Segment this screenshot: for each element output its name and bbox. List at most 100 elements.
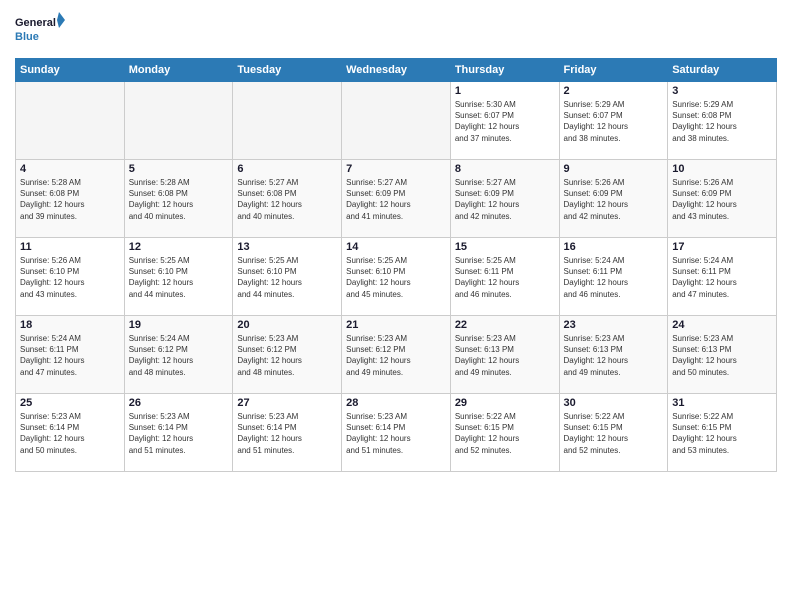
day-info: Sunrise: 5:24 AM Sunset: 6:11 PM Dayligh… <box>20 333 120 378</box>
day-cell: 2Sunrise: 5:29 AM Sunset: 6:07 PM Daylig… <box>559 82 668 160</box>
day-cell: 9 Sunrise: 5:26 AM Sunset: 6:09 PM Daylig… <box>559 160 668 238</box>
day-cell: 30 Sunrise: 5:22 AM Sunset: 6:15 PM Dayli… <box>559 394 668 472</box>
day-cell: 3 Sunrise: 5:29 AM Sunset: 6:08 PM Daylig… <box>668 82 777 160</box>
day-info: Sunrise: 5:23 AM Sunset: 6:14 PM Dayligh… <box>129 411 229 456</box>
weekday-sunday: Sunday <box>16 59 125 82</box>
day-info: Sunrise: 5:22 AM Sunset: 6:15 PM Dayligh… <box>564 411 664 456</box>
day-cell: 29Sunrise: 5:22 AM Sunset: 6:15 PM Dayli… <box>450 394 559 472</box>
day-number: 17 <box>672 241 772 253</box>
logo-svg: General Blue <box>15 10 65 50</box>
day-cell: 19Sunrise: 5:24 AM Sunset: 6:12 PM Dayli… <box>124 316 233 394</box>
day-cell: 20 Sunrise: 5:23 AM Sunset: 6:12 PM Dayli… <box>233 316 342 394</box>
day-info: Sunrise: 5:29 AM Sunset: 6:08 PM Dayligh… <box>672 99 772 144</box>
calendar-table: SundayMondayTuesdayWednesdayThursdayFrid… <box>15 58 777 472</box>
day-info: Sunrise: 5:28 AM Sunset: 6:08 PM Dayligh… <box>20 177 120 222</box>
day-number: 20 <box>237 319 337 331</box>
week-row-2: 4Sunrise: 5:28 AM Sunset: 6:08 PM Daylig… <box>16 160 777 238</box>
page: General Blue SundayMondayTuesdayWednesda… <box>0 0 792 612</box>
day-number: 27 <box>237 397 337 409</box>
day-number: 23 <box>564 319 664 331</box>
day-number: 22 <box>455 319 555 331</box>
day-number: 24 <box>672 319 772 331</box>
day-cell: 8 Sunrise: 5:27 AM Sunset: 6:09 PM Daylig… <box>450 160 559 238</box>
day-number: 7 <box>346 163 446 175</box>
day-number: 18 <box>20 319 120 331</box>
day-cell: 1 Sunrise: 5:30 AM Sunset: 6:07 PM Daylig… <box>450 82 559 160</box>
day-number: 10 <box>672 163 772 175</box>
day-info: Sunrise: 5:29 AM Sunset: 6:07 PM Dayligh… <box>564 99 664 144</box>
header: General Blue <box>15 10 777 50</box>
day-info: Sunrise: 5:24 AM Sunset: 6:12 PM Dayligh… <box>129 333 229 378</box>
day-info: Sunrise: 5:23 AM Sunset: 6:12 PM Dayligh… <box>237 333 337 378</box>
day-number: 25 <box>20 397 120 409</box>
day-cell: 31 Sunrise: 5:22 AM Sunset: 6:15 PM Dayli… <box>668 394 777 472</box>
day-number: 30 <box>564 397 664 409</box>
day-cell <box>342 82 451 160</box>
day-number: 11 <box>20 241 120 253</box>
weekday-friday: Friday <box>559 59 668 82</box>
day-cell: 18 Sunrise: 5:24 AM Sunset: 6:11 PM Dayli… <box>16 316 125 394</box>
day-number: 26 <box>129 397 229 409</box>
day-info: Sunrise: 5:23 AM Sunset: 6:13 PM Dayligh… <box>672 333 772 378</box>
day-info: Sunrise: 5:23 AM Sunset: 6:14 PM Dayligh… <box>20 411 120 456</box>
day-number: 28 <box>346 397 446 409</box>
day-cell: 21 Sunrise: 5:23 AM Sunset: 6:12 PM Dayli… <box>342 316 451 394</box>
day-info: Sunrise: 5:27 AM Sunset: 6:09 PM Dayligh… <box>455 177 555 222</box>
day-info: Sunrise: 5:23 AM Sunset: 6:14 PM Dayligh… <box>346 411 446 456</box>
day-info: Sunrise: 5:23 AM Sunset: 6:13 PM Dayligh… <box>455 333 555 378</box>
day-cell: 24 Sunrise: 5:23 AM Sunset: 6:13 PM Dayli… <box>668 316 777 394</box>
day-number: 9 <box>564 163 664 175</box>
day-info: Sunrise: 5:22 AM Sunset: 6:15 PM Dayligh… <box>455 411 555 456</box>
day-number: 15 <box>455 241 555 253</box>
day-cell: 22 Sunrise: 5:23 AM Sunset: 6:13 PM Dayli… <box>450 316 559 394</box>
day-cell: 10Sunrise: 5:26 AM Sunset: 6:09 PM Dayli… <box>668 160 777 238</box>
day-cell: 13 Sunrise: 5:25 AM Sunset: 6:10 PM Dayli… <box>233 238 342 316</box>
weekday-saturday: Saturday <box>668 59 777 82</box>
day-cell: 25 Sunrise: 5:23 AM Sunset: 6:14 PM Dayli… <box>16 394 125 472</box>
day-cell: 28 Sunrise: 5:23 AM Sunset: 6:14 PM Dayli… <box>342 394 451 472</box>
day-cell <box>233 82 342 160</box>
day-cell: 14 Sunrise: 5:25 AM Sunset: 6:10 PM Dayli… <box>342 238 451 316</box>
week-row-5: 25 Sunrise: 5:23 AM Sunset: 6:14 PM Dayli… <box>16 394 777 472</box>
day-cell: 6Sunrise: 5:27 AM Sunset: 6:08 PM Daylig… <box>233 160 342 238</box>
day-info: Sunrise: 5:23 AM Sunset: 6:12 PM Dayligh… <box>346 333 446 378</box>
day-cell: 7 Sunrise: 5:27 AM Sunset: 6:09 PM Daylig… <box>342 160 451 238</box>
weekday-header-row: SundayMondayTuesdayWednesdayThursdayFrid… <box>16 59 777 82</box>
day-cell: 12 Sunrise: 5:25 AM Sunset: 6:10 PM Dayli… <box>124 238 233 316</box>
day-cell: 16 Sunrise: 5:24 AM Sunset: 6:11 PM Dayli… <box>559 238 668 316</box>
day-info: Sunrise: 5:25 AM Sunset: 6:10 PM Dayligh… <box>237 255 337 300</box>
day-info: Sunrise: 5:25 AM Sunset: 6:10 PM Dayligh… <box>346 255 446 300</box>
day-number: 31 <box>672 397 772 409</box>
weekday-tuesday: Tuesday <box>233 59 342 82</box>
day-number: 14 <box>346 241 446 253</box>
svg-text:Blue: Blue <box>15 31 39 43</box>
day-info: Sunrise: 5:25 AM Sunset: 6:11 PM Dayligh… <box>455 255 555 300</box>
day-cell: 27Sunrise: 5:23 AM Sunset: 6:14 PM Dayli… <box>233 394 342 472</box>
day-cell: 5Sunrise: 5:28 AM Sunset: 6:08 PM Daylig… <box>124 160 233 238</box>
day-info: Sunrise: 5:26 AM Sunset: 6:09 PM Dayligh… <box>564 177 664 222</box>
day-info: Sunrise: 5:27 AM Sunset: 6:09 PM Dayligh… <box>346 177 446 222</box>
day-info: Sunrise: 5:22 AM Sunset: 6:15 PM Dayligh… <box>672 411 772 456</box>
day-number: 5 <box>129 163 229 175</box>
day-number: 1 <box>455 85 555 97</box>
day-number: 8 <box>455 163 555 175</box>
day-info: Sunrise: 5:24 AM Sunset: 6:11 PM Dayligh… <box>564 255 664 300</box>
day-number: 12 <box>129 241 229 253</box>
weekday-monday: Monday <box>124 59 233 82</box>
day-cell: 11Sunrise: 5:26 AM Sunset: 6:10 PM Dayli… <box>16 238 125 316</box>
day-info: Sunrise: 5:25 AM Sunset: 6:10 PM Dayligh… <box>129 255 229 300</box>
weekday-thursday: Thursday <box>450 59 559 82</box>
day-info: Sunrise: 5:23 AM Sunset: 6:13 PM Dayligh… <box>564 333 664 378</box>
day-cell: 26 Sunrise: 5:23 AM Sunset: 6:14 PM Dayli… <box>124 394 233 472</box>
weekday-wednesday: Wednesday <box>342 59 451 82</box>
day-cell <box>16 82 125 160</box>
day-number: 13 <box>237 241 337 253</box>
week-row-3: 11Sunrise: 5:26 AM Sunset: 6:10 PM Dayli… <box>16 238 777 316</box>
day-info: Sunrise: 5:30 AM Sunset: 6:07 PM Dayligh… <box>455 99 555 144</box>
day-number: 16 <box>564 241 664 253</box>
logo: General Blue <box>15 10 65 50</box>
day-number: 3 <box>672 85 772 97</box>
week-row-1: 1 Sunrise: 5:30 AM Sunset: 6:07 PM Daylig… <box>16 82 777 160</box>
svg-text:General: General <box>15 17 56 29</box>
day-number: 21 <box>346 319 446 331</box>
